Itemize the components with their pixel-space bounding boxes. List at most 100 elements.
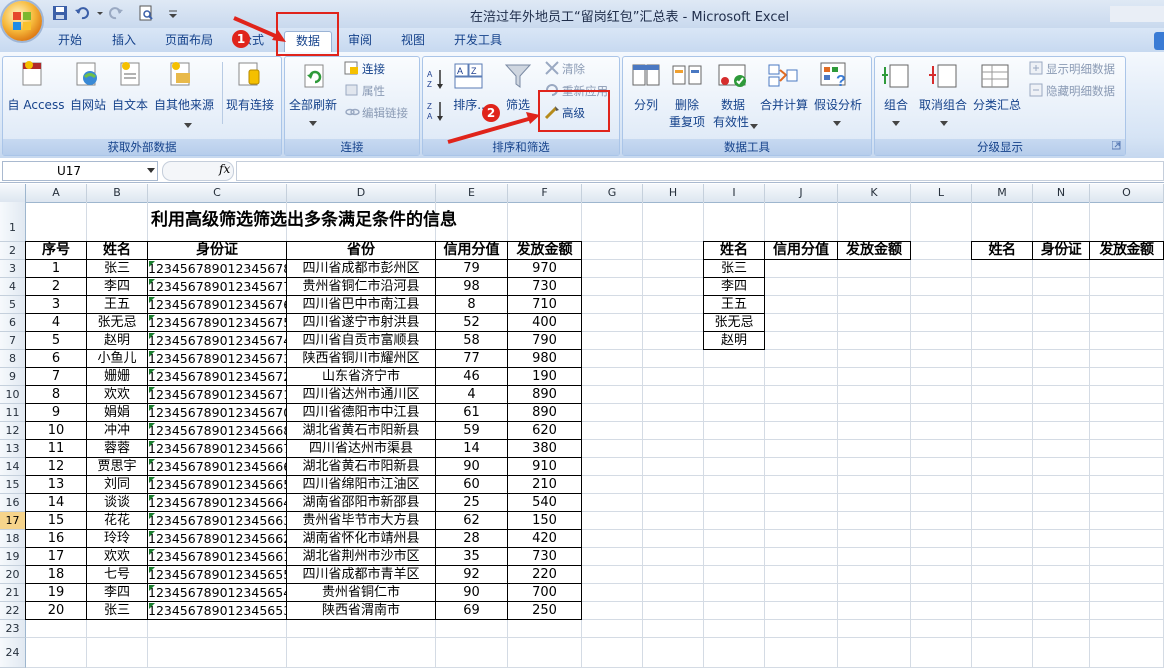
- table-cell[interactable]: 张无忌: [86, 313, 148, 332]
- table-cell[interactable]: 四川省达州市通川区: [286, 385, 436, 404]
- table-cell[interactable]: 123456789012345655: [147, 565, 287, 584]
- name-box[interactable]: U17: [2, 161, 158, 181]
- table-cell[interactable]: 四川省巴中市南江县: [286, 295, 436, 314]
- table-cell[interactable]: 陕西省铜川市耀州区: [286, 349, 436, 368]
- table-cell[interactable]: 贵州省铜仁市: [286, 583, 436, 602]
- table-cell[interactable]: 湖北省黄石市阳新县: [286, 457, 436, 476]
- table-cell[interactable]: 28: [435, 529, 508, 548]
- row-header[interactable]: 16: [0, 494, 26, 512]
- tab-review[interactable]: 审阅: [340, 31, 380, 51]
- table-cell[interactable]: 90: [435, 583, 508, 602]
- table-cell[interactable]: 123456789012345676: [147, 295, 287, 314]
- table-cell[interactable]: 123456789012345666: [147, 457, 287, 476]
- group-button[interactable]: 组合: [878, 96, 914, 113]
- table-cell[interactable]: 18: [25, 565, 87, 584]
- table-cell[interactable]: 123456789012345677: [147, 277, 287, 296]
- table-cell[interactable]: 46: [435, 367, 508, 386]
- table-cell[interactable]: 16: [25, 529, 87, 548]
- table-cell[interactable]: 七号: [86, 565, 148, 584]
- column-header[interactable]: B: [87, 184, 148, 202]
- column-header[interactable]: L: [911, 184, 972, 202]
- table-cell[interactable]: 刘同: [86, 475, 148, 494]
- criteria-name-cell[interactable]: 赵明: [703, 331, 765, 350]
- table-cell[interactable]: 123456789012345654: [147, 583, 287, 602]
- table-cell[interactable]: 湖北省荆州市沙市区: [286, 547, 436, 566]
- from-web-button[interactable]: 自网站: [68, 96, 108, 113]
- table-cell[interactable]: 冲冲: [86, 421, 148, 440]
- table-cell[interactable]: 12: [25, 457, 87, 476]
- row-header[interactable]: 11: [0, 404, 26, 422]
- row-header[interactable]: 17: [0, 512, 26, 530]
- table-cell[interactable]: 123456789012345663: [147, 511, 287, 530]
- table-cell[interactable]: 35: [435, 547, 508, 566]
- table-cell[interactable]: 250: [507, 601, 582, 620]
- row-header[interactable]: 13: [0, 440, 26, 458]
- table-header-cell[interactable]: 信用分值: [435, 241, 508, 260]
- table-cell[interactable]: 59: [435, 421, 508, 440]
- table-cell[interactable]: 谈谈: [86, 493, 148, 512]
- tab-page-layout[interactable]: 页面布局: [158, 31, 220, 51]
- table-cell[interactable]: 540: [507, 493, 582, 512]
- table-cell[interactable]: 4: [435, 385, 508, 404]
- undo-icon[interactable]: [74, 5, 90, 21]
- table-cell[interactable]: 蓉蓉: [86, 439, 148, 458]
- row-header[interactable]: 22: [0, 602, 26, 620]
- sort-ascending-icon[interactable]: AZ: [427, 68, 445, 93]
- connections-button[interactable]: 连接: [362, 61, 385, 77]
- criteria-name-cell[interactable]: 张无忌: [703, 313, 765, 332]
- table-cell[interactable]: 123456789012345671: [147, 385, 287, 404]
- table-cell[interactable]: 2: [25, 277, 87, 296]
- table-cell[interactable]: 970: [507, 259, 582, 278]
- table-cell[interactable]: 湖南省怀化市靖州县: [286, 529, 436, 548]
- column-header[interactable]: J: [765, 184, 838, 202]
- sheet-title[interactable]: 利用高级筛选筛选出多条满足条件的信息: [26, 202, 582, 234]
- table-cell[interactable]: 190: [507, 367, 582, 386]
- from-text-button[interactable]: 自文本: [110, 96, 150, 113]
- table-cell[interactable]: 四川省遂宁市射洪县: [286, 313, 436, 332]
- table-cell[interactable]: 61: [435, 403, 508, 422]
- table-cell[interactable]: 山东省济宁市: [286, 367, 436, 386]
- table-cell[interactable]: 123456789012345668: [147, 421, 287, 440]
- row-header[interactable]: 24: [0, 638, 26, 668]
- table-header-cell[interactable]: 姓名: [86, 241, 148, 260]
- table-cell[interactable]: 77: [435, 349, 508, 368]
- from-other-sources-button[interactable]: 自其他来源: [152, 96, 216, 113]
- hide-detail-button[interactable]: 隐藏明细数据: [1046, 83, 1115, 99]
- criteria-header-cell[interactable]: 发放金额: [837, 241, 911, 260]
- table-cell[interactable]: 四川省达州市渠县: [286, 439, 436, 458]
- customize-qat-icon[interactable]: [168, 5, 184, 21]
- column-header[interactable]: H: [643, 184, 704, 202]
- row-header[interactable]: 8: [0, 350, 26, 368]
- select-all-corner[interactable]: [0, 184, 26, 202]
- table-cell[interactable]: 123456789012345661: [147, 547, 287, 566]
- output-header-cell[interactable]: 身份证: [1032, 241, 1090, 260]
- table-cell[interactable]: 玲玲: [86, 529, 148, 548]
- table-cell[interactable]: 湖北省黄石市阳新县: [286, 421, 436, 440]
- ungroup-button[interactable]: 取消组合: [918, 96, 968, 113]
- table-cell[interactable]: 220: [507, 565, 582, 584]
- table-header-cell[interactable]: 发放金额: [507, 241, 582, 260]
- table-cell[interactable]: 李四: [86, 277, 148, 296]
- tab-view[interactable]: 视图: [393, 31, 433, 51]
- row-header[interactable]: 7: [0, 332, 26, 350]
- column-header[interactable]: N: [1033, 184, 1090, 202]
- table-cell[interactable]: 790: [507, 331, 582, 350]
- table-cell[interactable]: 13: [25, 475, 87, 494]
- row-header[interactable]: 2: [0, 242, 26, 260]
- table-cell[interactable]: 15: [25, 511, 87, 530]
- data-validation-label-2[interactable]: 有效性: [710, 113, 752, 130]
- remove-duplicates-button[interactable]: 删除: [668, 96, 706, 113]
- from-access-button[interactable]: 自 Access: [6, 96, 66, 113]
- column-header[interactable]: A: [26, 184, 87, 202]
- data-validation-button[interactable]: 数据: [712, 96, 754, 113]
- table-cell[interactable]: 620: [507, 421, 582, 440]
- table-cell[interactable]: 赵明: [86, 331, 148, 350]
- table-cell[interactable]: 730: [507, 547, 582, 566]
- row-header[interactable]: 9: [0, 368, 26, 386]
- table-cell[interactable]: 98: [435, 277, 508, 296]
- help-icon[interactable]: [1154, 32, 1164, 50]
- redo-icon[interactable]: [108, 5, 124, 21]
- table-cell[interactable]: 62: [435, 511, 508, 530]
- table-cell[interactable]: 123456789012345678: [147, 259, 287, 278]
- table-cell[interactable]: 四川省成都市彭州区: [286, 259, 436, 278]
